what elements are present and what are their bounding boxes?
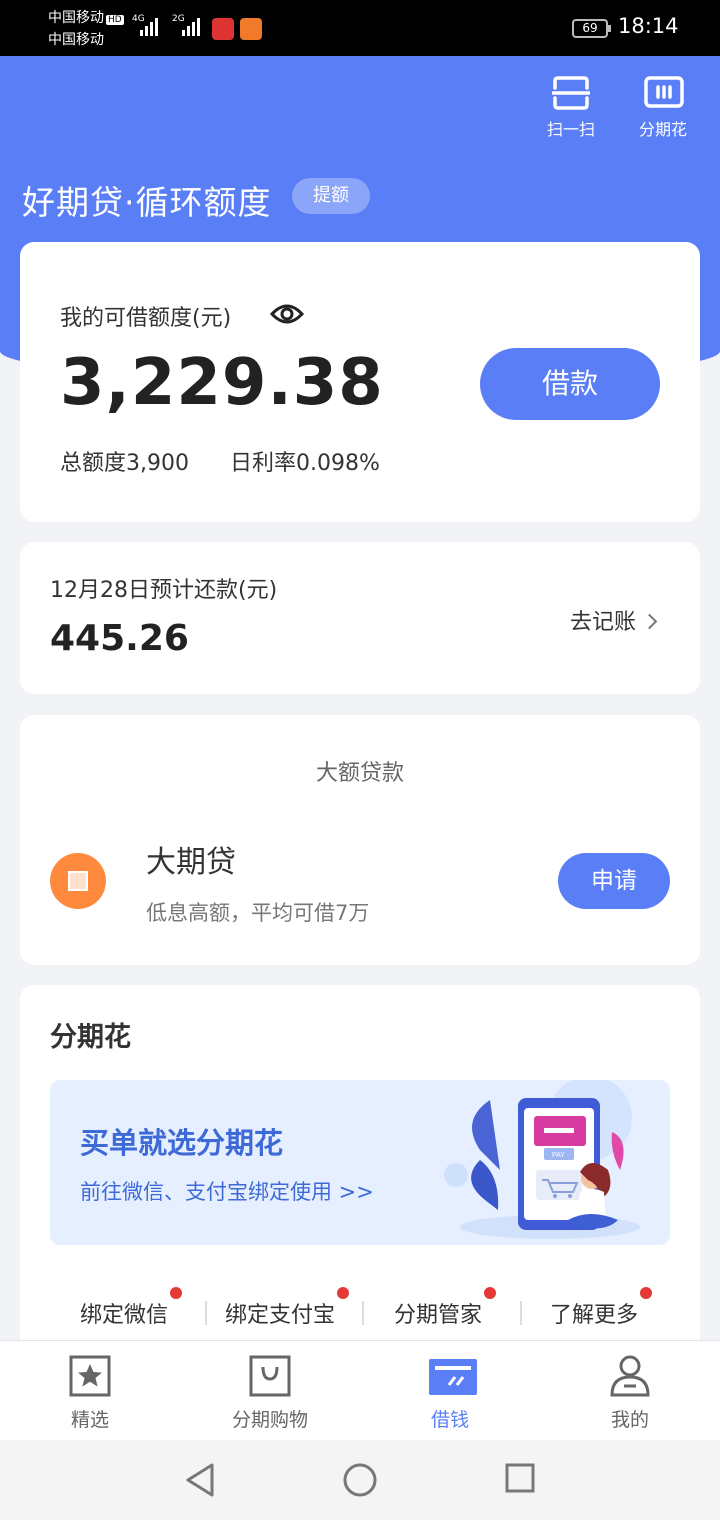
phone-payment-illustration: PAY [444,1080,640,1239]
banner-pay-text: PAY [552,1152,565,1159]
link-bind-wechat[interactable]: 绑定微信 [80,1287,183,1329]
carrier-info: 中国移动 HD 中国移动 [48,8,124,50]
system-navigation-bar [0,1440,720,1520]
large-loan-product-name: 大期贷 [146,845,236,880]
record-link-label: 去记账 [570,610,637,635]
apply-button[interactable]: 申请 [558,853,670,909]
link-learn-more-label: 了解更多 [550,1303,639,1328]
battery-icon: 69 [572,19,611,38]
tab-mine[interactable]: 我的 [570,1355,690,1432]
borrow-button[interactable]: 借款 [480,348,660,420]
scan-button[interactable]: 扫一扫 [536,76,606,140]
daily-rate-label: 日利率0.098% [230,451,380,476]
notification-dot [337,1287,350,1299]
star-icon [69,1355,111,1397]
installment-card-icon [644,76,684,110]
eye-icon[interactable] [269,300,305,328]
fenqihua-links: 绑定微信 绑定支付宝 分期管家 了解更多 [50,1285,670,1345]
repayment-card[interactable]: 12月28日预计还款(元) 445.26 去记账 [20,542,700,694]
signal-icon-2 [182,14,200,36]
link-divider [520,1301,522,1325]
link-divider [205,1301,207,1325]
status-bar: 中国移动 HD 中国移动 4G 2G 69 18:14 [0,0,720,56]
notification-dot [170,1287,183,1299]
home-icon[interactable] [342,1462,378,1498]
user-icon [609,1355,651,1397]
fenqihua-section-title: 分期花 [50,1022,131,1053]
repayment-due-label: 12月28日预计还款(元) [50,578,278,603]
fenqihua-card: 分期花 买单就选分期花 前往微信、支付宝绑定使用 >> PAY 绑定微信 绑定支… [20,985,700,1365]
chevron-right-icon [641,613,658,629]
record-link[interactable]: 去记账 [570,604,658,636]
raise-limit-button[interactable]: 提额 [292,178,370,214]
total-credit-label: 总额度3,900 [60,451,189,476]
scan-icon [551,76,591,110]
installment-shortcut-button[interactable]: 分期花 [628,76,698,140]
notification-dot [484,1287,497,1299]
credit-limit-card: 我的可借额度(元) 3,229.38 总额度3,900 日利率0.098% 借款 [20,242,700,522]
page-title: 好期贷·循环额度 [22,183,272,222]
signal-icon-1 [140,14,158,36]
tab-featured[interactable]: 精选 [30,1355,150,1432]
available-credit-label: 我的可借额度(元) [60,306,232,331]
large-loan-section-title: 大额贷款 [315,761,404,786]
clock: 18:14 [618,14,679,38]
fenqihua-promo-banner[interactable]: 买单就选分期花 前往微信、支付宝绑定使用 >> PAY [50,1080,670,1245]
tab-featured-label: 精选 [70,1409,109,1431]
app-notification-icon-2 [240,18,262,40]
large-loan-card: 大额贷款 大期贷 低息高额，平均可借7万 申请 [20,715,700,965]
installment-label: 分期花 [638,120,687,139]
tab-borrow-label: 借钱 [430,1409,469,1431]
repayment-amount: 445.26 [50,618,189,659]
recents-icon[interactable] [504,1462,536,1494]
link-bind-alipay-label: 绑定支付宝 [225,1303,336,1328]
banner-subtext: 前往微信、支付宝绑定使用 >> [80,1180,374,1204]
tab-mine-label: 我的 [610,1409,649,1431]
available-credit-amount: 3,229.38 [60,346,384,420]
battery-level: 69 [582,21,598,35]
borrow-card-icon [429,1355,477,1397]
large-loan-product-icon [50,853,106,909]
link-installment-manager[interactable]: 分期管家 [394,1287,497,1329]
tab-installment-shopping-label: 分期购物 [231,1409,308,1431]
scan-label: 扫一扫 [546,120,595,139]
carrier-2: 中国移动 [48,32,104,48]
link-installment-manager-label: 分期管家 [394,1303,483,1328]
link-learn-more[interactable]: 了解更多 [550,1287,653,1329]
link-bind-wechat-label: 绑定微信 [80,1303,169,1328]
back-icon[interactable] [184,1462,216,1498]
hd-badge: HD [106,15,124,25]
shopping-bag-icon [249,1355,291,1397]
app-notification-icon-1 [212,18,234,40]
link-bind-alipay[interactable]: 绑定支付宝 [225,1287,350,1329]
link-divider [362,1301,364,1325]
banner-headline: 买单就选分期花 [80,1126,284,1160]
carrier-1: 中国移动 [48,10,104,26]
tab-borrow[interactable]: 借钱 [390,1355,510,1432]
notification-dot [640,1287,653,1299]
bottom-tab-bar: 精选 分期购物 借钱 我的 [0,1340,720,1440]
tab-installment-shopping[interactable]: 分期购物 [210,1355,330,1432]
large-loan-product-desc: 低息高额，平均可借7万 [146,901,370,925]
